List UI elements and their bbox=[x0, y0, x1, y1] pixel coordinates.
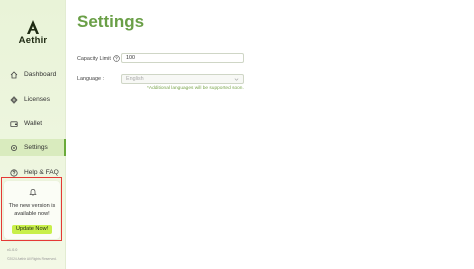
language-select[interactable]: English bbox=[121, 74, 244, 84]
wallet-icon bbox=[10, 120, 18, 128]
main-content: Settings Capacity Limit : 100 Language :… bbox=[67, 0, 474, 269]
sidebar-item-label: Settings bbox=[24, 144, 48, 151]
language-select-value: English bbox=[126, 75, 144, 82]
sidebar-item-dashboard[interactable]: Dashboard bbox=[0, 66, 66, 83]
sidebar-item-help[interactable]: Help & FAQ bbox=[0, 164, 66, 181]
bell-icon bbox=[29, 189, 37, 196]
dashboard-icon bbox=[10, 70, 18, 79]
copyright-text: ©2024 Aethir All Rights Reserved. bbox=[7, 257, 57, 261]
sidebar-item-licenses[interactable]: Licenses bbox=[0, 91, 66, 108]
sidebar-item-label: Dashboard bbox=[24, 71, 57, 78]
sidebar-item-settings[interactable]: Settings bbox=[0, 139, 66, 156]
sidebar: Aethir Dashboard Licenses Wallet Setting… bbox=[0, 0, 66, 269]
language-note: *Additional languages will be supported … bbox=[147, 86, 244, 91]
gear-icon bbox=[10, 144, 18, 152]
capacity-limit-label: Capacity Limit bbox=[77, 55, 111, 62]
sidebar-item-label: Help & FAQ bbox=[24, 169, 59, 176]
licenses-icon bbox=[10, 95, 18, 104]
update-card: The new version is available now! Update… bbox=[4, 181, 60, 239]
aethir-logo-icon bbox=[27, 20, 39, 34]
app-logo: Aethir bbox=[18, 20, 48, 46]
logo-text: Aethir bbox=[18, 35, 48, 46]
sidebar-item-label: Wallet bbox=[24, 120, 43, 127]
question-circle-icon[interactable] bbox=[113, 55, 120, 62]
version-label: v1.0.0 bbox=[7, 248, 18, 252]
page-title: Settings bbox=[77, 12, 145, 31]
sidebar-item-label: Licenses bbox=[24, 96, 51, 103]
language-label: Language : bbox=[77, 76, 104, 82]
capacity-limit-label-row: Capacity Limit : bbox=[77, 55, 122, 62]
help-icon bbox=[10, 168, 18, 177]
update-message: The new version is available now! bbox=[8, 203, 56, 217]
sidebar-item-wallet[interactable]: Wallet bbox=[0, 115, 66, 132]
update-now-button[interactable]: Update Now! bbox=[12, 225, 52, 234]
chevron-down-icon bbox=[234, 77, 239, 81]
capacity-limit-input[interactable]: 100 bbox=[121, 53, 244, 63]
